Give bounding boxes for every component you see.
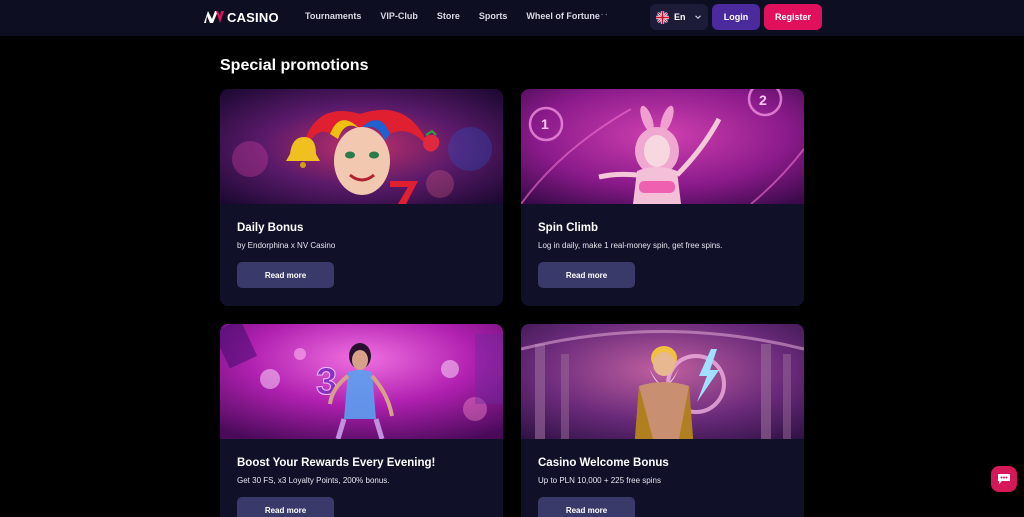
promo-card-boost-rewards: 3 Boost Your Rewards Every Evening! Get …: [220, 324, 503, 517]
promo-card-body: Boost Your Rewards Every Evening! Get 30…: [220, 439, 503, 517]
nv-casino-logo[interactable]: CASINO: [203, 9, 279, 25]
login-button[interactable]: Login: [712, 4, 760, 30]
promo-image-neon-dancer: 3: [220, 324, 503, 439]
nav-item-sports[interactable]: Sports: [479, 11, 508, 21]
promo-title: Casino Welcome Bonus: [538, 457, 669, 469]
chevron-down-icon: [694, 15, 701, 20]
promo-card-body: Daily Bonus by Endorphina x NV Casino Re…: [220, 204, 503, 288]
promo-image-zeus: [521, 324, 804, 439]
promo-subtitle: by Endorphina x NV Casino: [237, 241, 336, 250]
top-header: CASINO Tournaments VIP-Club Store Sports…: [0, 0, 1024, 36]
promo-card-daily-bonus: Daily Bonus by Endorphina x NV Casino Re…: [220, 89, 503, 306]
read-more-button[interactable]: Read more: [538, 497, 635, 517]
promo-title: Daily Bonus: [237, 222, 304, 234]
promo-title: Spin Climb: [538, 222, 599, 234]
page-title: Special promotions: [220, 57, 369, 74]
live-chat-button[interactable]: [991, 466, 1017, 492]
promo-subtitle: Get 30 FS, x3 Loyalty Points, 200% bonus…: [237, 476, 390, 485]
logo-text: CASINO: [227, 9, 279, 25]
promo-card-spin-climb: 1 2 Spin Climb Log in daily, make 1 real…: [521, 89, 804, 306]
promo-image-bunny-girl: 1 2: [521, 89, 804, 204]
promo-subtitle: Log in daily, make 1 real-money spin, ge…: [538, 241, 723, 250]
chat-icon: [998, 474, 1010, 484]
nav-item-wheel-of-fortune[interactable]: Wheel of Fortune: [526, 11, 600, 21]
main-nav: Tournaments VIP-Club Store Sports Wheel …: [305, 11, 619, 21]
svg-text:2: 2: [759, 92, 767, 108]
promo-card-body: Casino Welcome Bonus Up to PLN 10,000 + …: [521, 439, 804, 517]
nv-logo-icon: [204, 11, 224, 23]
register-button[interactable]: Register: [764, 4, 822, 30]
nav-more-button[interactable]: ···: [596, 9, 609, 20]
svg-text:1: 1: [541, 116, 549, 132]
promo-title: Boost Your Rewards Every Evening!: [237, 457, 436, 469]
promo-card-body: Spin Climb Log in daily, make 1 real-mon…: [521, 204, 804, 288]
promo-subtitle: Up to PLN 10,000 + 225 free spins: [538, 476, 661, 485]
promo-image-jester: [220, 89, 503, 204]
svg-text:3: 3: [316, 361, 337, 403]
promo-card-welcome-bonus: Casino Welcome Bonus Up to PLN 10,000 + …: [521, 324, 804, 517]
read-more-button[interactable]: Read more: [538, 262, 635, 288]
language-label: En: [674, 12, 686, 22]
read-more-button[interactable]: Read more: [237, 262, 334, 288]
nav-item-tournaments[interactable]: Tournaments: [305, 11, 361, 21]
read-more-button[interactable]: Read more: [237, 497, 334, 517]
nav-item-store[interactable]: Store: [437, 11, 460, 21]
nav-item-vip-club[interactable]: VIP-Club: [380, 11, 418, 21]
uk-flag-icon: [656, 10, 669, 24]
language-selector[interactable]: En: [650, 4, 708, 30]
